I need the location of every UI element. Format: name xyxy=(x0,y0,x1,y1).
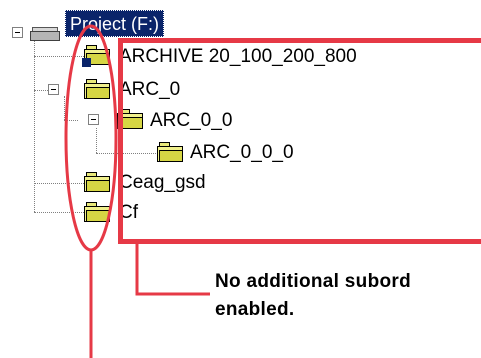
collapse-toggle[interactable] xyxy=(12,27,23,38)
annotation-line-1: No additional subord xyxy=(215,271,411,292)
folder-icon xyxy=(84,172,110,192)
tree-line xyxy=(34,56,84,57)
tree-line xyxy=(34,40,35,212)
shortcut-icon xyxy=(82,58,91,67)
callout-box xyxy=(118,38,481,244)
drive-icon xyxy=(30,27,60,41)
tree-line xyxy=(34,183,84,184)
tree-line xyxy=(34,212,84,213)
tree-line xyxy=(64,120,78,121)
folder-icon xyxy=(84,202,110,222)
tree-line xyxy=(64,96,65,120)
collapse-toggle[interactable] xyxy=(88,114,99,125)
tree-line xyxy=(96,128,97,153)
tree-line xyxy=(34,90,48,91)
annotation-line-2: enabled. xyxy=(215,299,295,320)
collapse-toggle[interactable] xyxy=(48,84,59,95)
annotation-note: No additional subord enabled. xyxy=(215,268,411,324)
tree-item-project[interactable]: Project (F:) xyxy=(65,10,165,37)
folder-icon xyxy=(84,79,110,99)
